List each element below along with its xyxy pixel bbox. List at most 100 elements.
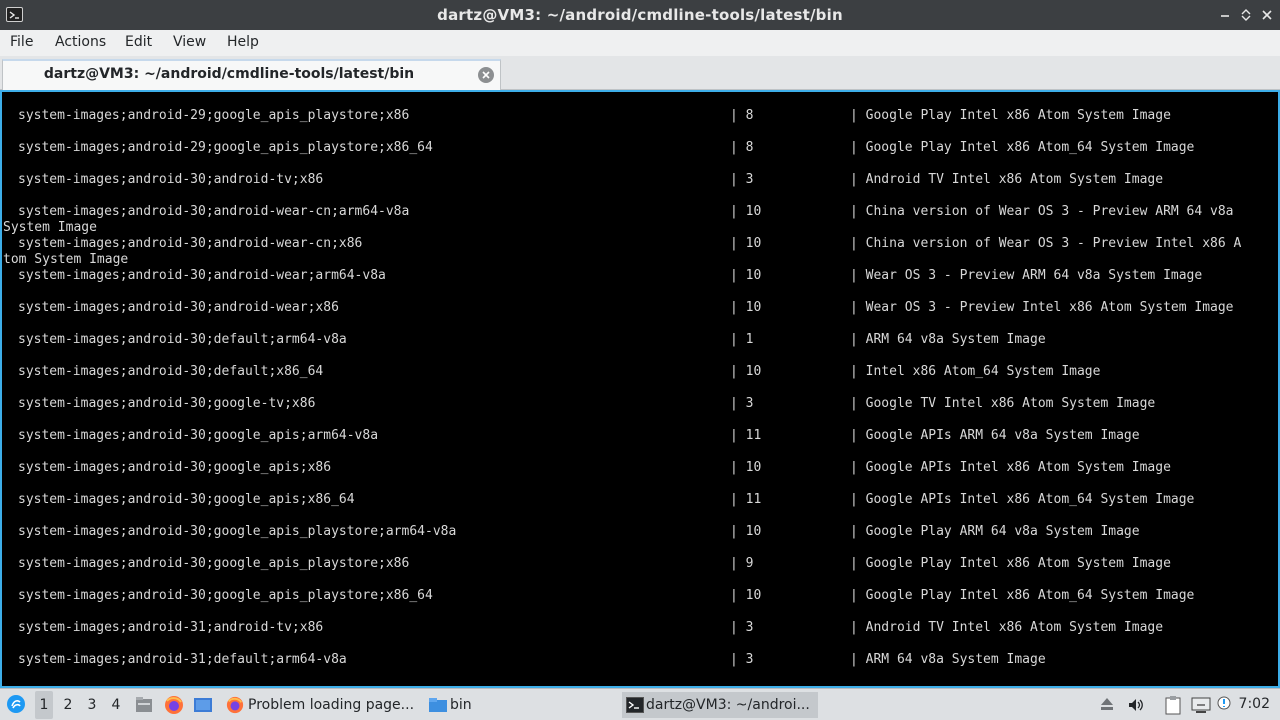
package-path: system-images;android-31;default;arm64-v… <box>18 652 347 667</box>
workspace-1[interactable]: 1 <box>35 691 53 719</box>
package-description: | Google Play Intel x86 Atom_64 System I… <box>850 588 1195 603</box>
package-version: | 11 <box>730 492 762 507</box>
terminal-lines: system-images;android-29;google_apis_pla… <box>2 92 1278 686</box>
package-description: | Google Play Intel x86 Atom_64 System I… <box>850 140 1195 155</box>
package-path: system-images;android-30;google_apis_pla… <box>18 556 410 571</box>
package-description: | Android TV Intel x86 Atom System Image <box>850 620 1164 635</box>
desktop-icon[interactable] <box>193 696 213 718</box>
package-description: | Google APIs ARM 64 v8a System Image <box>850 428 1140 443</box>
terminal-row: system-images;android-30;google_apis;arm… <box>2 428 1278 444</box>
package-path: system-images;android-30;google_apis;x86 <box>18 460 332 475</box>
terminal-row: system-images;android-30;android-wear;ar… <box>2 268 1278 284</box>
maximize-icon[interactable] <box>1241 7 1251 21</box>
terminal-row: system-images;android-30;google-tv;x86 | … <box>2 396 1278 412</box>
minimize-icon[interactable] <box>1220 7 1230 21</box>
workspace-2[interactable]: 2 <box>59 697 77 713</box>
package-description: | China version of Wear OS 3 - Preview A… <box>850 204 1234 219</box>
terminal-row: system-images;android-30;android-tv;x86 |… <box>2 172 1278 188</box>
task-firefox[interactable]: Problem loading page... <box>224 692 420 718</box>
task-terminal[interactable]: dartz@VM3: ~/androi... <box>622 692 818 718</box>
package-description: | Google TV Intel x86 Atom System Image <box>850 396 1156 411</box>
removable-media-icon[interactable] <box>1099 696 1115 718</box>
terminal-row: system-images;android-30;default;x86_64 |… <box>2 364 1278 380</box>
package-version: | 8 <box>730 108 754 123</box>
package-path: system-images;android-31;android-tv;x86 <box>18 620 324 635</box>
package-description: | ARM 64 v8a System Image <box>850 652 1046 667</box>
clipboard-icon[interactable] <box>1164 695 1182 719</box>
workspace-4[interactable]: 4 <box>107 697 125 713</box>
tab-terminal[interactable]: dartz@VM3: ~/android/cmdline-tools/lates… <box>2 59 501 90</box>
package-description: | Google Play Intel x86 Atom System Imag… <box>850 108 1171 123</box>
terminal-row: system-images;android-31;default;arm64-v… <box>2 652 1278 668</box>
task-file-manager[interactable]: bin <box>426 692 616 718</box>
menu-edit[interactable]: Edit <box>125 34 152 50</box>
package-path: system-images;android-30;android-wear-cn… <box>18 204 410 219</box>
window-titlebar[interactable]: dartz@VM3: ~/android/cmdline-tools/lates… <box>0 0 1280 30</box>
menubar: File Actions Edit View Help <box>0 30 1280 56</box>
task-label: Problem loading page... <box>248 697 415 713</box>
terminal-row: system-images;android-31;android-tv;x86 |… <box>2 620 1278 636</box>
package-version: | 11 <box>730 428 762 443</box>
package-path: system-images;android-29;google_apis_pla… <box>18 108 410 123</box>
package-version: | 3 <box>730 396 754 411</box>
update-notifier-icon[interactable] <box>1216 695 1232 717</box>
package-version: | 10 <box>730 300 762 315</box>
package-path: system-images;android-30;android-wear;ar… <box>18 268 386 283</box>
package-version: | 10 <box>730 364 762 379</box>
package-path: system-images;android-30;google-tv;x86 <box>18 396 316 411</box>
package-version: | 10 <box>730 588 762 603</box>
volume-icon[interactable] <box>1127 696 1145 718</box>
package-description: | Wear OS 3 - Preview Intel x86 Atom Sys… <box>850 300 1234 315</box>
tab-close-icon[interactable] <box>478 67 494 83</box>
package-version: | 3 <box>730 652 754 667</box>
menu-actions[interactable]: Actions <box>55 34 106 50</box>
package-version: | 3 <box>730 620 754 635</box>
package-path: system-images;android-30;android-wear;x8… <box>18 300 339 315</box>
menu-file[interactable]: File <box>10 34 33 50</box>
terminal-row: system-images;android-29;google_apis_pla… <box>2 108 1278 124</box>
file-manager-launcher-icon[interactable] <box>135 696 153 718</box>
firefox-launcher-icon[interactable] <box>164 695 184 719</box>
terminal-row: system-images;android-30;default;arm64-v… <box>2 332 1278 348</box>
workspace-3[interactable]: 3 <box>83 697 101 713</box>
package-path: system-images;android-29;google_apis_pla… <box>18 140 433 155</box>
package-description: | ARM 64 v8a System Image <box>850 332 1046 347</box>
clock[interactable]: 7:02 <box>1239 696 1270 712</box>
package-description: | Intel x86 Atom_64 System Image <box>850 364 1101 379</box>
package-description: | Google APIs Intel x86 Atom System Imag… <box>850 460 1171 475</box>
package-path: system-images;android-30;google_apis_pla… <box>18 588 433 603</box>
package-version: | 10 <box>730 268 762 283</box>
package-version: | 8 <box>730 140 754 155</box>
package-version: | 10 <box>730 460 762 475</box>
taskbar: 1 2 3 4 Problem loading page... bin dart… <box>0 688 1280 720</box>
package-description-wrap: System Image <box>3 220 97 235</box>
package-path: system-images;android-30;google_apis;x86… <box>18 492 355 507</box>
package-version: | 1 <box>730 332 754 347</box>
task-label: bin <box>450 697 472 713</box>
firefox-icon <box>226 696 244 714</box>
package-version: | 10 <box>730 524 762 539</box>
terminal-row: system-images;android-29;google_apis_pla… <box>2 140 1278 156</box>
menu-view[interactable]: View <box>173 34 206 50</box>
terminal-output[interactable]: system-images;android-29;google_apis_pla… <box>0 90 1280 688</box>
package-description: | Android TV Intel x86 Atom System Image <box>850 172 1164 187</box>
network-icon[interactable] <box>1191 696 1211 718</box>
package-description: | Google Play ARM 64 v8a System Image <box>850 524 1140 539</box>
package-path: system-images;android-30;android-tv;x86 <box>18 172 324 187</box>
package-path: system-images;android-30;default;arm64-v… <box>18 332 347 347</box>
package-description: | China version of Wear OS 3 - Preview I… <box>850 236 1242 251</box>
folder-icon <box>429 698 447 712</box>
start-menu-icon[interactable] <box>6 694 26 718</box>
package-description: | Google Play Intel x86 Atom System Imag… <box>850 556 1171 571</box>
menu-help[interactable]: Help <box>227 34 259 50</box>
terminal-row: system-images;android-30;google_apis_pla… <box>2 556 1278 572</box>
terminal-row: system-images;android-30;android-wear;x8… <box>2 300 1278 316</box>
package-version: | 3 <box>730 172 754 187</box>
terminal-row: system-images;android-30;google_apis_pla… <box>2 524 1278 540</box>
terminal-row: system-images;android-30;google_apis;x86… <box>2 492 1278 508</box>
tab-bar: dartz@VM3: ~/android/cmdline-tools/lates… <box>0 56 1280 90</box>
terminal-icon <box>626 697 644 713</box>
close-icon[interactable] <box>1262 7 1272 21</box>
window-title: dartz@VM3: ~/android/cmdline-tools/lates… <box>437 6 843 24</box>
terminal-row: system-images;android-30;google_apis_pla… <box>2 588 1278 604</box>
